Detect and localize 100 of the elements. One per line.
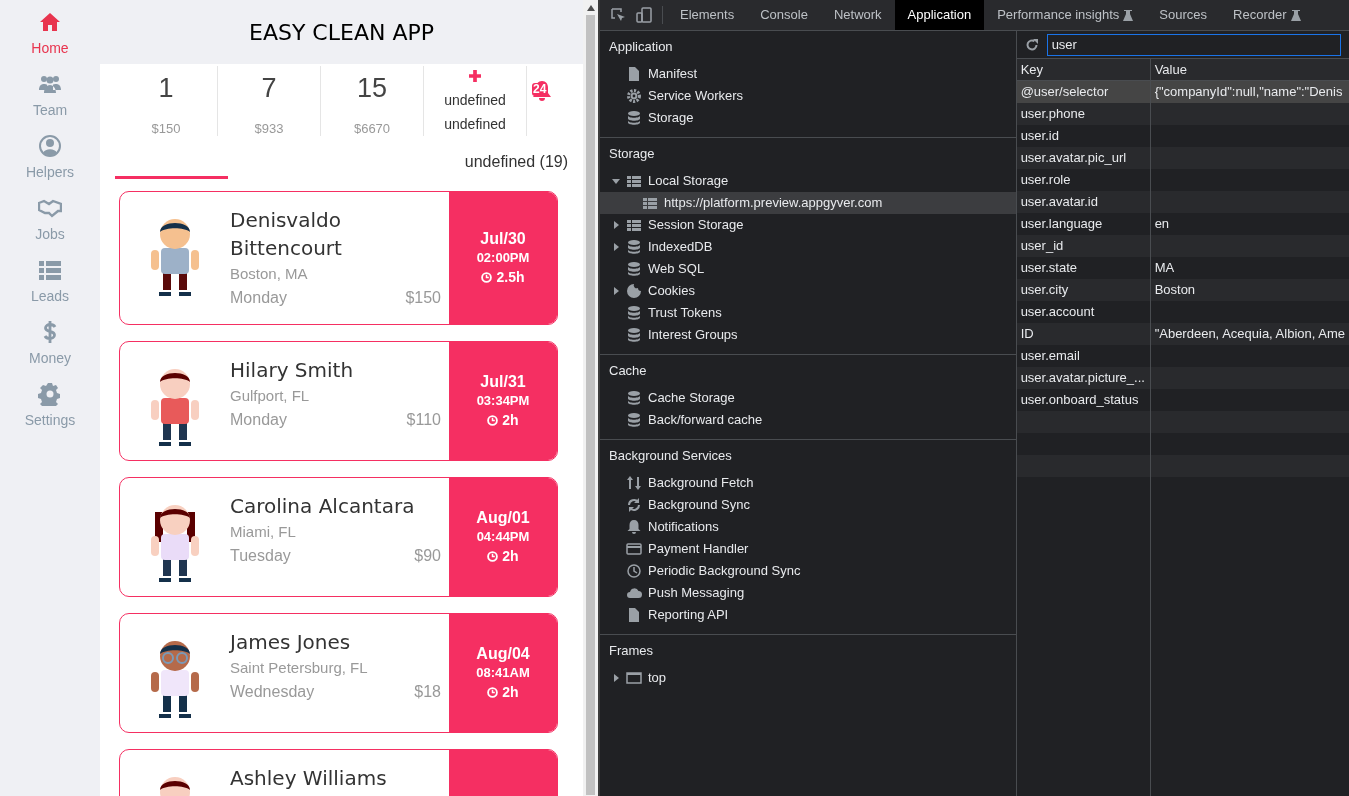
stat-count: 1 (158, 72, 174, 105)
sidebar-item[interactable]: Reporting API (600, 604, 1016, 626)
job-card[interactable]: Ashley Williams (119, 749, 558, 796)
device-icon[interactable] (636, 7, 652, 23)
app-title: EASY CLEAN APP (249, 18, 434, 47)
expanded-arrow-icon (612, 177, 620, 185)
add-label: undefined (444, 91, 506, 110)
scroll-up-icon[interactable] (586, 5, 595, 11)
sidebar-item[interactable]: Notifications (600, 516, 1016, 538)
flask-icon (1290, 9, 1301, 21)
clock-icon (487, 686, 499, 698)
database-icon (626, 110, 642, 126)
job-card[interactable]: Carolina Alcantara Miami, FL Tuesday $90 Aug/01 04:44PM 2h (119, 477, 558, 597)
inspect-icon[interactable] (610, 7, 626, 23)
devtools-tab[interactable]: Sources (1146, 0, 1221, 30)
sidebar-item[interactable]: Background Fetch (600, 472, 1016, 494)
sidebar-item[interactable]: Cache Storage (600, 387, 1016, 409)
job-card[interactable]: Denisvaldo Bittencourt Boston, MA Monday $150 Jul/30 02:00PM 2.5h (119, 191, 558, 325)
sidebar-item[interactable]: Periodic Background Sync (600, 560, 1016, 582)
table-icon (626, 217, 642, 233)
devtools-tab[interactable]: Recorder (1220, 0, 1314, 30)
section-title: Application (608, 38, 674, 57)
database-icon (626, 327, 642, 343)
notification-bell-button[interactable]: 24 (531, 80, 553, 102)
database-icon (626, 261, 642, 277)
date-panel: Aug/04 08:41AM 2h (449, 614, 557, 732)
filter-field[interactable]: user (1046, 33, 1341, 56)
user-circle-icon (38, 134, 62, 158)
tab-label[interactable]: undefined (19) (464, 150, 568, 174)
sidebar-item[interactable]: Session Storage (600, 214, 1016, 236)
clock-icon (626, 563, 642, 579)
table-row[interactable]: user.city Boston (1016, 279, 1349, 301)
table-row[interactable]: user.avatar.id (1016, 191, 1349, 213)
job-card[interactable]: Hilary Smith Gulfport, FL Monday $110 Jul/31 03:34PM 2h (119, 341, 558, 461)
file-icon (626, 66, 642, 82)
stat-amount: $933 (254, 119, 284, 138)
job-day: Monday (230, 286, 287, 310)
sidebar-item[interactable]: IndexedDB (600, 236, 1016, 258)
devtools-tab[interactable]: Application (894, 0, 985, 30)
cookie-icon (626, 283, 642, 299)
job-name: Denisvaldo Bittencourt (230, 207, 343, 262)
sidebar-item[interactable]: https://platform.preview.appgyver.com (600, 192, 1016, 214)
clock-icon (487, 550, 499, 562)
flask-icon (1123, 9, 1134, 21)
stat-count: 15 (356, 72, 387, 105)
sidebar-item[interactable]: top (600, 667, 1016, 689)
sidebar-item[interactable]: Background Sync (600, 494, 1016, 516)
job-name: Ashley Williams (230, 765, 388, 792)
devtools-tab[interactable]: Network (820, 0, 895, 30)
job-card[interactable]: James Jones Saint Petersburg, FL Wednesday $18 Aug/04 08:41AM 2h (119, 613, 558, 733)
database-icon (626, 390, 642, 406)
scrollbar-thumb[interactable] (586, 15, 595, 795)
cloud-icon (626, 585, 642, 601)
table-row[interactable]: @user/selector {"companyId":null,"name":"Denis (1016, 81, 1349, 103)
refresh-icon[interactable] (1024, 37, 1039, 52)
stat-amount: $6670 (353, 119, 391, 138)
column-header[interactable]: Key (1016, 59, 1151, 80)
table-row[interactable]: user.phone (1016, 103, 1349, 125)
devtools-tab[interactable]: Elements (667, 0, 748, 30)
date-panel: Jul/31 03:34PM 2h (449, 342, 557, 460)
job-name: Hilary Smith (230, 357, 355, 384)
job-day: Wednesday (230, 680, 315, 704)
sidebar-item[interactable]: Trust Tokens (600, 302, 1016, 324)
database-icon (626, 412, 642, 428)
sidebar-item[interactable]: Storage (600, 107, 1016, 129)
job-price: $18 (414, 682, 441, 702)
job-city: Boston, MA (230, 264, 309, 284)
sidebar-item[interactable]: Service Workers (600, 85, 1016, 107)
job-name: James Jones (230, 629, 352, 656)
sidebar-item[interactable]: Back/forward cache (600, 409, 1016, 431)
table-row[interactable]: user.avatar.picture_... (1016, 367, 1349, 389)
sidebar-item[interactable]: Web SQL (600, 258, 1016, 280)
table-row[interactable]: user.avatar.pic_url (1016, 147, 1349, 169)
date-panel: Aug/01 04:44PM 2h (449, 478, 557, 596)
section-title: Frames (608, 642, 655, 661)
sidebar-item[interactable]: Payment Handler (600, 538, 1016, 560)
devtools-tab[interactable]: Console (747, 0, 821, 30)
sidebar-item[interactable]: Local Storage (600, 170, 1016, 192)
job-day: Monday (230, 408, 287, 432)
job-city: Miami, FL (230, 522, 297, 542)
nav-item[interactable]: Home (5, 8, 95, 70)
sidebar-item[interactable]: Cookies (600, 280, 1016, 302)
column-header[interactable]: Value (1150, 59, 1349, 80)
collapsed-arrow-icon (612, 243, 620, 251)
list-icon (38, 258, 62, 282)
stat-count: 7 (261, 72, 277, 105)
add-label: undefined (444, 115, 506, 134)
devtools-tab[interactable]: Performance insights (984, 0, 1147, 30)
sidebar-item[interactable]: Interest Groups (600, 324, 1016, 346)
section-title: Cache (608, 362, 648, 381)
job-price: $110 (406, 410, 441, 430)
file-icon (626, 607, 642, 623)
gear-icon (38, 382, 62, 406)
sidebar-item[interactable]: Manifest (600, 63, 1016, 85)
sidebar-item[interactable]: Push Messaging (600, 582, 1016, 604)
table-row[interactable]: ID "Aberdeen, Acequia, Albion, Ame (1016, 323, 1349, 345)
section-title: Storage (608, 145, 656, 164)
job-day: Tuesday (230, 544, 291, 568)
table-icon (626, 173, 642, 189)
table-row[interactable]: user_id (1016, 235, 1349, 257)
